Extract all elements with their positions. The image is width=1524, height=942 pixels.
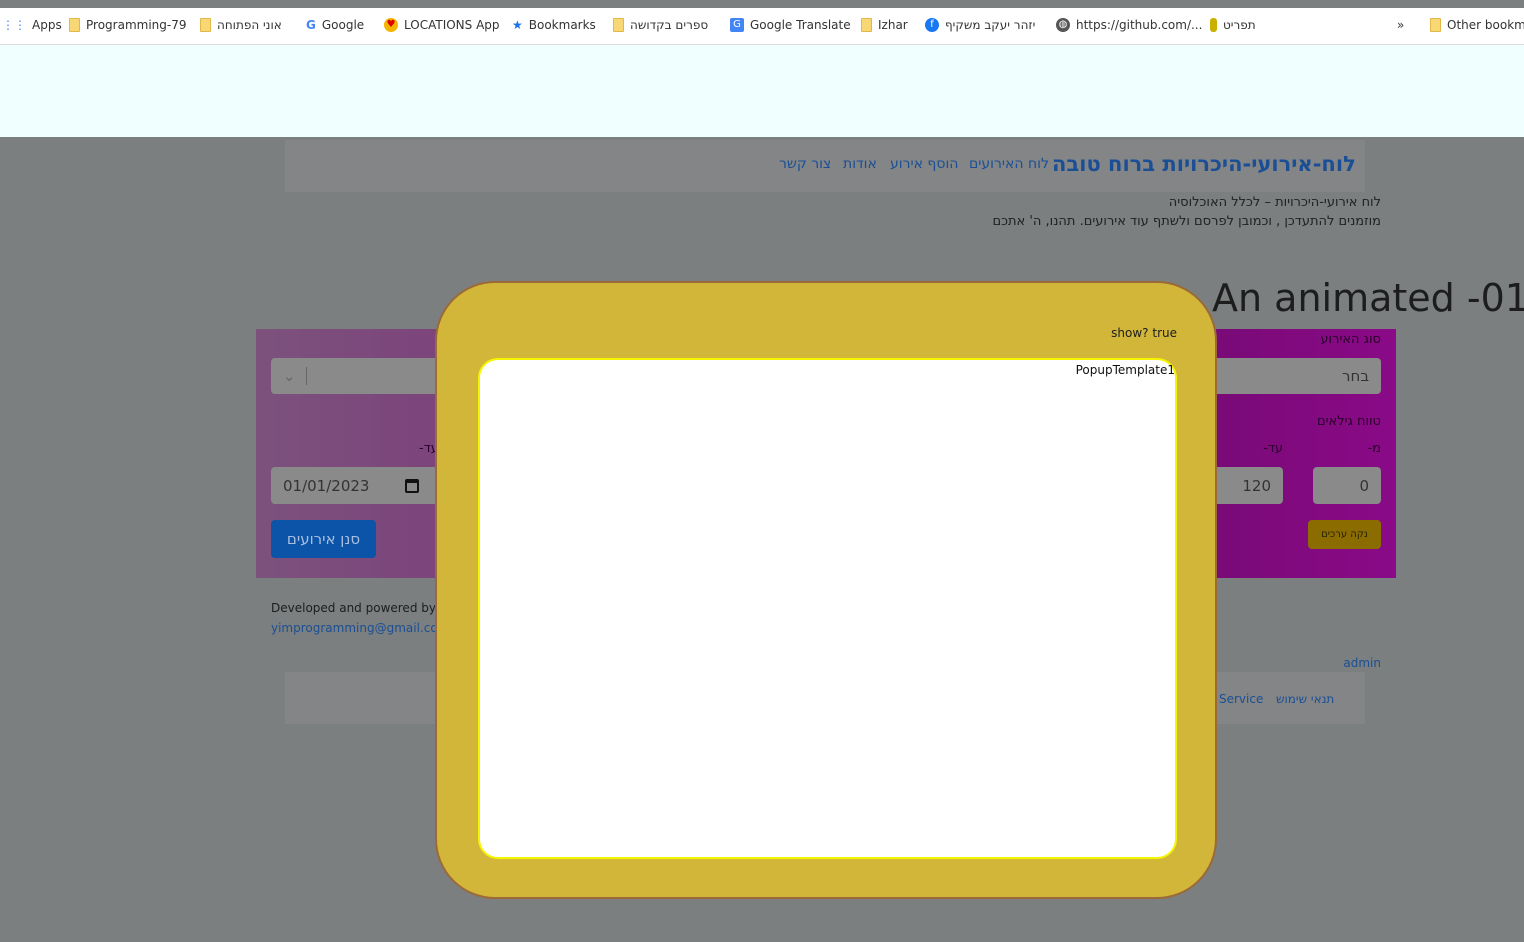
bookmark-locations[interactable]: ♥ LOCATIONS App bbox=[384, 18, 500, 32]
star-icon: ★ bbox=[512, 18, 523, 32]
folder-icon bbox=[69, 18, 80, 32]
apps-grid-icon: ⋮⋮ bbox=[2, 18, 26, 32]
bookmark-github[interactable]: ◍ https://github.com/... bbox=[1056, 18, 1202, 32]
service-link[interactable]: Service bbox=[1219, 692, 1263, 706]
nav-events-board[interactable]: לוח האירועים bbox=[969, 156, 1049, 172]
bookmark-google-translate[interactable]: G Google Translate bbox=[730, 18, 851, 32]
folder-icon bbox=[1430, 18, 1441, 32]
email-link[interactable]: yimprogramming@gmail.com bbox=[271, 621, 449, 635]
to-age-label: עד- bbox=[1263, 441, 1283, 456]
folder-icon bbox=[613, 18, 624, 32]
more-bookmarks-button[interactable]: » bbox=[1397, 18, 1404, 32]
age-range-label: טווח גילאים bbox=[1316, 414, 1381, 429]
other-bookmarks[interactable]: Other bookm bbox=[1430, 18, 1524, 32]
popup-status: show? true bbox=[1111, 326, 1177, 340]
developed-by-text: Developed and powered by bbox=[271, 601, 436, 615]
folder-icon bbox=[861, 18, 872, 32]
translate-icon: G bbox=[730, 18, 744, 32]
bookmark-holy-books[interactable]: ספרים בקדושה bbox=[613, 18, 708, 32]
nav-add-event[interactable]: הוסף אירוע bbox=[890, 156, 958, 172]
chevron-down-icon: ⌄ bbox=[283, 367, 307, 385]
intro-line-2: מוזמנים להתעדכן , וכמובן לפרסם ולשתף עוד… bbox=[992, 214, 1381, 229]
header-band bbox=[0, 45, 1524, 137]
bottle-icon bbox=[1210, 18, 1217, 32]
nav-about[interactable]: אודות bbox=[843, 156, 877, 172]
animated-heading: An animated -01 e bbox=[1212, 276, 1524, 320]
google-icon: G bbox=[306, 18, 316, 32]
from-age-input[interactable]: 0 bbox=[1313, 467, 1381, 504]
bookmark-bookmarks[interactable]: ★ Bookmarks bbox=[512, 18, 596, 32]
date-input[interactable]: 01/01/2023 bbox=[271, 467, 441, 504]
popup-content: PopupTemplate1 bbox=[478, 358, 1177, 859]
popup-dialog: show? true PopupTemplate1 bbox=[435, 281, 1217, 899]
from-age-label: מ- bbox=[1367, 441, 1381, 456]
calendar-icon[interactable] bbox=[405, 478, 419, 493]
bookmark-programming[interactable]: Programming-79 bbox=[69, 18, 186, 32]
bookmark-apps[interactable]: ⋮⋮ Apps bbox=[2, 18, 62, 32]
event-type-label: סוג האירוע bbox=[1320, 332, 1381, 347]
heart-icon: ♥ bbox=[384, 18, 398, 32]
facebook-icon: f bbox=[925, 18, 939, 32]
nav-contact[interactable]: צור קשר bbox=[779, 156, 831, 172]
clear-values-button[interactable]: נקה ערכים bbox=[1308, 520, 1381, 549]
folder-icon bbox=[200, 18, 211, 32]
bookmark-menu[interactable]: תפריט bbox=[1210, 18, 1256, 32]
intro-line-1: לוח אירועי-היכרויות – לכלל האוכלוסיה bbox=[1168, 195, 1381, 210]
terms-link[interactable]: תנאי שימוש bbox=[1276, 692, 1334, 706]
filter-events-button[interactable]: סנן אירועים bbox=[271, 520, 376, 558]
site-title[interactable]: לוח-אירועי-היכרויות ברוח טובה bbox=[1052, 152, 1356, 176]
bookmark-izhar[interactable]: Izhar bbox=[861, 18, 908, 32]
bookmark-google[interactable]: G Google bbox=[306, 18, 364, 32]
bookmarks-bar: ⋮⋮ Apps Programming-79 אוני הפתוחה G Googl… bbox=[0, 8, 1524, 45]
bookmark-facebook[interactable]: f יזהר יעקב משקיף bbox=[925, 18, 1035, 32]
bookmark-open-university[interactable]: אוני הפתוחה bbox=[200, 18, 282, 32]
admin-link[interactable]: admin bbox=[1343, 656, 1381, 670]
globe-icon: ◍ bbox=[1056, 18, 1070, 32]
popup-template-label: PopupTemplate1 bbox=[1075, 363, 1175, 377]
